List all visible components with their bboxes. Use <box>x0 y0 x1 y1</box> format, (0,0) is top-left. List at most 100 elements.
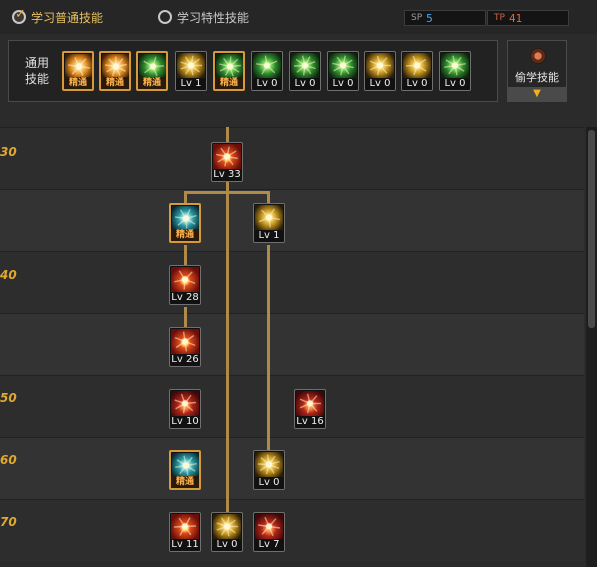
level-marker-50: 50 <box>0 391 17 405</box>
skill-mastered-label: 精通 <box>171 476 199 488</box>
skill-slot[interactable]: 精通 <box>62 51 94 91</box>
skill-slot[interactable]: 精通 <box>169 203 201 243</box>
skill-slot[interactable]: Lv 10 <box>169 389 201 429</box>
level-marker-70: 70 <box>0 515 17 529</box>
tree-connector <box>184 191 270 194</box>
tp-caption: TP <box>494 13 505 23</box>
steal-skill-label: 偷学技能 <box>515 71 559 84</box>
tp-counter: TP 41 <box>487 10 569 26</box>
target-sigil-icon <box>216 54 243 79</box>
skill-slot[interactable]: Lv 0 <box>327 51 359 91</box>
red-nova-icon <box>171 514 199 539</box>
skill-slot[interactable]: Lv 1 <box>175 51 207 91</box>
fire-slash-icon <box>171 391 199 416</box>
sp-value: 5 <box>426 11 433 25</box>
common-skills-label: 通用技能 <box>24 56 49 86</box>
tree-row-band <box>0 375 584 437</box>
tree-connector <box>184 307 187 329</box>
skill-tree: 30 40 50 60 70 <box>0 127 584 567</box>
skill-slot[interactable]: 精通 <box>136 51 168 91</box>
spirit-rise-icon <box>172 453 199 478</box>
tree-connector <box>267 191 270 203</box>
tp-value: 41 <box>508 11 523 25</box>
skill-level-label: Lv 1 <box>176 78 206 90</box>
skill-slot[interactable]: Lv 0 <box>211 512 243 552</box>
tree-row-band <box>0 313 584 375</box>
skill-mastered-label: 精通 <box>215 77 243 89</box>
skill-level-label: Lv 0 <box>365 78 395 90</box>
sp-counter: SP 5 <box>404 10 486 26</box>
hooded-mage-icon <box>255 514 283 539</box>
leap-kick-icon <box>139 54 166 79</box>
skill-slot[interactable]: Lv 0 <box>439 51 471 91</box>
skill-level-label: Lv 1 <box>254 230 284 242</box>
level-marker-40: 40 <box>0 268 17 282</box>
skill-level-label: Lv 0 <box>252 78 282 90</box>
tree-row-band <box>0 251 584 313</box>
winged-emblem-icon <box>177 53 205 78</box>
skill-slot[interactable]: 精通 <box>213 51 245 91</box>
tab-learn-trait-skills[interactable]: 学习特性技能 <box>158 7 249 27</box>
chevron-down-icon: ▼ <box>508 87 566 101</box>
steal-skill-button[interactable]: 偷学技能 ▼ <box>507 40 567 102</box>
charging-figure-icon <box>291 53 319 78</box>
skill-slot[interactable]: Lv 33 <box>211 142 243 182</box>
skill-slot[interactable]: Lv 26 <box>169 327 201 367</box>
skill-slot[interactable]: Lv 16 <box>294 389 326 429</box>
skill-slot[interactable]: Lv 0 <box>289 51 321 91</box>
level-marker-60: 60 <box>0 453 17 467</box>
skill-slot[interactable]: Lv 11 <box>169 512 201 552</box>
crosshair-icon <box>253 53 281 78</box>
skill-slot[interactable]: Lv 1 <box>253 203 285 243</box>
golden-aura-icon <box>403 53 431 78</box>
tab-learn-normal-skills[interactable]: 学习普通技能 <box>12 7 103 27</box>
tree-connector <box>184 245 187 267</box>
skill-level-label: Lv 16 <box>295 416 325 428</box>
tab-learn-normal-skills-label: 学习普通技能 <box>31 10 104 25</box>
skill-level-label: Lv 0 <box>328 78 358 90</box>
skill-level-label: Lv 0 <box>440 78 470 90</box>
level-marker-30: 30 <box>0 145 17 159</box>
fire-pillar-icon <box>171 267 199 292</box>
ice-claw-icon <box>172 206 199 231</box>
skill-slot[interactable]: Lv 0 <box>251 51 283 91</box>
tree-row-band <box>0 127 584 189</box>
explosion-burst-icon <box>213 144 241 169</box>
tree-connector <box>267 245 270 453</box>
golden-burst-icon <box>255 452 283 477</box>
tree-connector <box>226 181 229 513</box>
swirl-strike-icon <box>102 54 129 79</box>
skill-level-label: Lv 7 <box>254 539 284 551</box>
tree-connector <box>184 191 187 203</box>
kneeling-figure-icon <box>441 53 469 78</box>
skill-level-label: Lv 11 <box>170 539 200 551</box>
tree-row-band <box>0 189 584 251</box>
skill-level-label: Lv 10 <box>170 416 200 428</box>
skill-level-label: Lv 28 <box>170 292 200 304</box>
skill-level-label: Lv 0 <box>290 78 320 90</box>
sit-meditate-icon <box>65 54 92 79</box>
tornado-icon <box>255 205 283 230</box>
tree-connector <box>226 127 229 142</box>
gold-flare-icon <box>213 514 241 539</box>
sp-caption: SP <box>411 13 423 23</box>
skill-slot[interactable]: Lv 7 <box>253 512 285 552</box>
checked-radio-icon <box>12 7 26 24</box>
summon-ghoul-icon <box>296 391 324 416</box>
tree-row-band <box>0 499 584 561</box>
eye-swirl-icon <box>366 53 394 78</box>
skill-slot[interactable]: 精通 <box>169 450 201 490</box>
skill-mastered-label: 精通 <box>138 77 166 89</box>
skill-level-label: Lv 26 <box>170 354 200 366</box>
radio-icon <box>158 10 172 24</box>
skill-slot[interactable]: Lv 28 <box>169 265 201 305</box>
skill-slot[interactable]: Lv 0 <box>253 450 285 490</box>
skill-level-label: Lv 0 <box>212 539 242 551</box>
scrollbar-thumb[interactable] <box>588 130 595 328</box>
skill-level-label: Lv 33 <box>212 169 242 181</box>
skill-slot[interactable]: Lv 0 <box>401 51 433 91</box>
skill-level-label: Lv 0 <box>402 78 432 90</box>
steal-orb-icon <box>530 48 546 64</box>
skill-slot[interactable]: 精通 <box>99 51 131 91</box>
skill-slot[interactable]: Lv 0 <box>364 51 396 91</box>
